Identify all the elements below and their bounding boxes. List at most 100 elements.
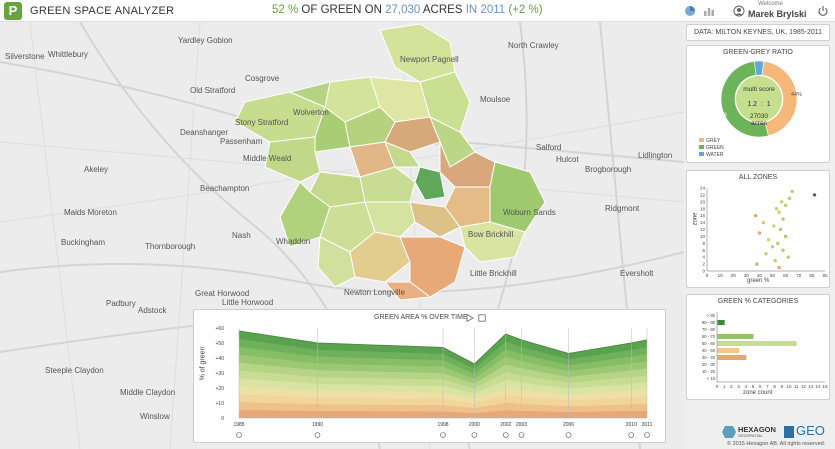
category-bar bbox=[717, 341, 797, 346]
category-bar bbox=[717, 320, 725, 325]
y-tick-label: 2 bbox=[702, 262, 705, 267]
ratio-donut-chart[interactable] bbox=[709, 59, 809, 139]
category-bar bbox=[717, 348, 740, 353]
acres-value: 27030 acres bbox=[739, 113, 779, 127]
power-icon[interactable] bbox=[817, 5, 829, 17]
categories-bar-chart[interactable]: > 90 80 - 90 70 - 80 60 - 70 50 - 60 40 - 50 3… bbox=[687, 295, 831, 401]
zones-panel: ALL ZONES 0 10 20 30 40 50 60 70 80 90 0 2 4 6 8 10 12 14… bbox=[686, 170, 830, 288]
x-tick-label: 14 bbox=[815, 384, 821, 389]
legend-grey: GREY bbox=[699, 138, 724, 145]
year-handle[interactable] bbox=[440, 432, 446, 438]
place-label: Cosgrove bbox=[245, 74, 280, 83]
scatter-point bbox=[780, 200, 784, 204]
place-label: Salford bbox=[536, 143, 562, 152]
zones-scatter-chart[interactable]: 0 10 20 30 40 50 60 70 80 90024681012141618202224 bbox=[687, 171, 831, 289]
place-label: Deanshanger bbox=[180, 128, 229, 137]
place-label: Old Stratford bbox=[190, 86, 236, 95]
headline-acres: 27,030 bbox=[385, 4, 421, 16]
year-handle[interactable] bbox=[644, 432, 650, 438]
welcome-label: Welcome bbox=[758, 1, 783, 7]
x-tick-label: 20 bbox=[731, 273, 737, 278]
user-icon[interactable] bbox=[733, 5, 745, 17]
x-tick-label: 0 bbox=[716, 384, 719, 389]
place-label: Lidlington bbox=[638, 151, 673, 160]
ratio-left: 1.2 bbox=[747, 101, 758, 108]
x-tick-label: 1 bbox=[723, 384, 726, 389]
scatter-point bbox=[770, 245, 775, 249]
place-label: Akeley bbox=[84, 165, 109, 174]
place-label: Eversholt bbox=[620, 269, 654, 278]
place-label: Thornborough bbox=[145, 242, 196, 251]
geo-brand: GEO bbox=[796, 423, 825, 438]
headline-in: IN bbox=[465, 4, 478, 16]
year-handle[interactable] bbox=[471, 432, 478, 438]
y-tick-label: +40 bbox=[216, 356, 225, 362]
category-label: > 90 bbox=[707, 313, 716, 318]
place-label: Little Horwood bbox=[222, 298, 274, 307]
year-handle[interactable] bbox=[314, 432, 321, 438]
scatter-point bbox=[786, 255, 790, 259]
pie-chart-icon[interactable] bbox=[684, 5, 696, 17]
category-label: 60 - 70 bbox=[702, 334, 716, 339]
timeline-chart[interactable]: 0 +10 +20 +30 +40 +50 +60 1985 1990 1998 2000 2002 2… bbox=[194, 310, 667, 444]
scatter-point bbox=[761, 220, 766, 225]
place-label: Middle Claydon bbox=[120, 388, 176, 397]
x-tick-label: 90 bbox=[822, 273, 828, 278]
category-label: 50 - 60 bbox=[702, 341, 716, 346]
year-label: 2010 bbox=[626, 422, 637, 428]
user-name[interactable]: Marek Brylski bbox=[748, 9, 807, 19]
place-label: Middle Weald bbox=[243, 154, 292, 163]
scatter-point bbox=[777, 210, 781, 214]
scatter-point bbox=[766, 238, 771, 242]
headline-change: (+2 %) bbox=[508, 4, 543, 16]
year-handle[interactable] bbox=[236, 432, 242, 438]
year-label: 2011 bbox=[642, 422, 653, 428]
bar-chart-icon[interactable] bbox=[703, 5, 715, 17]
place-label: Whaddon bbox=[276, 237, 311, 246]
year-label: 2000 bbox=[469, 422, 480, 428]
place-label: Newport Pagnell bbox=[400, 55, 459, 64]
x-tick-label: 8 bbox=[773, 384, 776, 389]
x-tick-label: 4 bbox=[745, 384, 748, 389]
hexagon-logo-icon bbox=[722, 426, 736, 438]
timeline-panel[interactable]: GREEN AREA % OVER TIME % of green 0 +10 +2… bbox=[193, 309, 666, 443]
scatter-point bbox=[783, 203, 788, 207]
ratio-sep: : bbox=[760, 101, 763, 108]
pct-grey-label: 44% bbox=[791, 92, 803, 98]
summary-headline: 52 % OF GREEN ON 27,030 ACRES IN 2011 (+… bbox=[272, 4, 543, 16]
scatter-point bbox=[755, 262, 759, 266]
year-handle[interactable] bbox=[518, 432, 525, 438]
x-tick-label: 3 bbox=[737, 384, 740, 389]
year-label: 1985 bbox=[233, 422, 244, 428]
place-label: Brogborough bbox=[585, 165, 632, 174]
place-label: Adstock bbox=[138, 306, 167, 315]
category-label: < 10 bbox=[707, 376, 716, 381]
place-label: Maids Moreton bbox=[64, 208, 117, 217]
headline-acres-label: ACRES bbox=[422, 4, 463, 16]
place-label: Beachampton bbox=[200, 184, 250, 193]
year-label: 2006 bbox=[563, 422, 574, 428]
category-label: 10 - 20 bbox=[702, 369, 716, 374]
acres-unit: acres bbox=[751, 120, 767, 127]
headline-of-green: OF GREEN ON bbox=[301, 4, 382, 16]
year-label: 2002 bbox=[500, 422, 511, 428]
x-tick-label: 0 bbox=[706, 273, 709, 278]
zones-ylabel: zone bbox=[692, 212, 699, 226]
category-label: 20 - 30 bbox=[702, 362, 716, 367]
place-label: Padbury bbox=[106, 299, 136, 308]
year-handle[interactable] bbox=[628, 432, 635, 438]
x-tick-label: 10 bbox=[718, 273, 724, 278]
place-label: Stony Stratford bbox=[235, 118, 289, 127]
category-label: 70 - 80 bbox=[702, 327, 716, 332]
category-label: 80 - 90 bbox=[702, 320, 716, 325]
y-tick-label: +60 bbox=[216, 326, 225, 332]
category-bar bbox=[717, 334, 754, 339]
y-tick-label: 18 bbox=[700, 206, 706, 211]
scatter-point bbox=[774, 207, 779, 211]
y-tick-label: 12 bbox=[700, 227, 706, 232]
year-handle[interactable] bbox=[565, 432, 572, 438]
data-source-label: DATA: MILTON KEYNES, UK, 1985-2011 bbox=[693, 29, 823, 36]
y-tick-label: 24 bbox=[700, 186, 706, 191]
top-bar: P GREEN SPACE ANALYZER 52 % OF GREEN ON … bbox=[0, 0, 835, 22]
year-handle[interactable] bbox=[502, 432, 509, 438]
